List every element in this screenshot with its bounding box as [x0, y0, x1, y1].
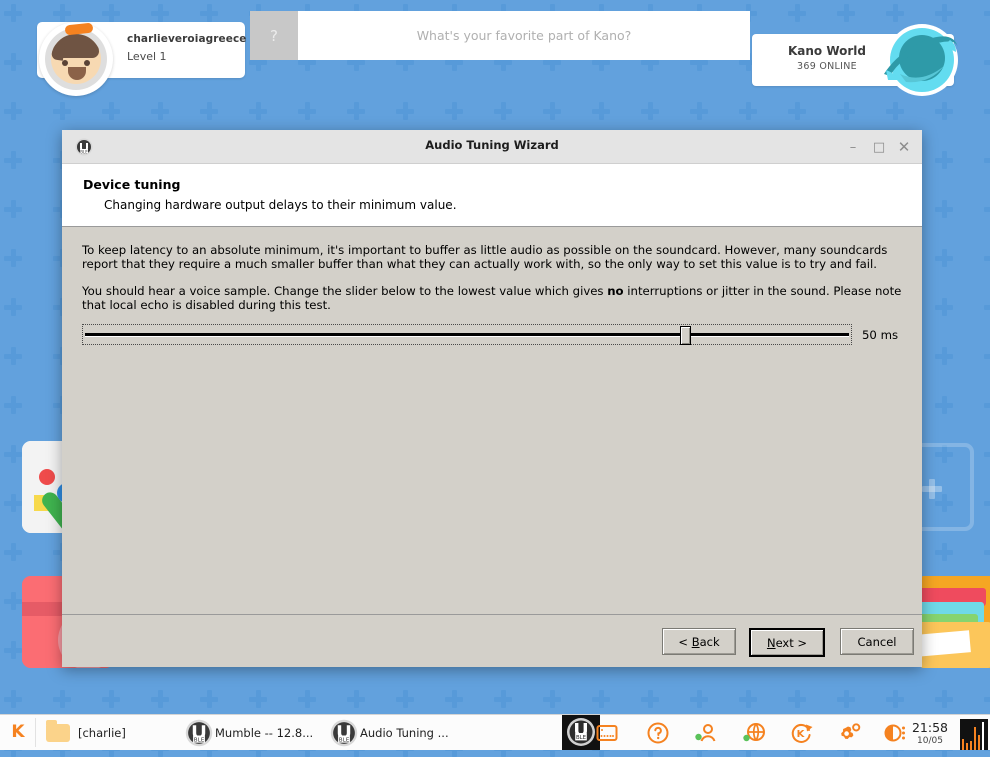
latency-slider-row: 50 ms [82, 324, 902, 346]
taskbar-item-audio-tuning[interactable]: BLE Audio Tuning ... [330, 719, 449, 747]
start-menu-button[interactable]: K [7, 721, 29, 743]
svg-text:BLE: BLE [339, 737, 350, 743]
system-monitor-graph[interactable] [960, 719, 988, 750]
next-button[interactable]: Next > [749, 628, 825, 657]
profile-username: charlieveroiagreece [127, 33, 247, 45]
avatar-eye-left [62, 60, 68, 66]
settings-gear-icon[interactable] [838, 721, 862, 745]
wizard-paragraph-1: To keep latency to an absolute minimum, … [82, 243, 888, 272]
latency-slider[interactable] [82, 324, 852, 346]
user-status-icon[interactable] [694, 721, 718, 745]
kano-refresh-icon[interactable]: K [790, 721, 814, 745]
search-input[interactable]: What's your favorite part of Kano? [298, 11, 750, 60]
maximize-button[interactable]: □ [870, 138, 888, 156]
avatar-sideburn [51, 43, 66, 61]
screen-icon[interactable] [595, 721, 619, 745]
wizard-body: To keep latency to an absolute minimum, … [62, 227, 922, 614]
taskbar-item-mumble[interactable]: BLE Mumble -- 12.8... [185, 719, 314, 747]
avatar-eye-right [84, 60, 90, 66]
taskbar-item-charlie[interactable]: [charlie] [46, 720, 126, 746]
slider-value-label: 50 ms [862, 327, 899, 342]
wizard-footer: < Back Next > Cancel [62, 614, 922, 667]
taskbar-item-audio-tuning-label: Audio Tuning ... [360, 726, 449, 740]
avatar[interactable] [39, 22, 113, 96]
plus-icon [922, 479, 942, 499]
clock-date: 10/05 [917, 736, 943, 746]
taskbar-item-charlie-label: [charlie] [78, 726, 126, 740]
profile-level: Level 1 [127, 50, 167, 63]
folder-icon [46, 720, 70, 742]
files-icon [916, 576, 990, 668]
minimize-button[interactable]: – [844, 138, 862, 156]
search-hint-icon[interactable]: ? [250, 11, 298, 60]
audio-tuning-wizard-window: BLE Audio Tuning Wizard – □ ✕ Device tun… [62, 130, 922, 667]
window-titlebar[interactable]: BLE Audio Tuning Wizard – □ ✕ [62, 130, 922, 164]
svg-text:K: K [797, 729, 806, 740]
taskbar-item-mumble-label: Mumble -- 12.8... [215, 726, 314, 740]
back-button[interactable]: < Back [662, 628, 736, 655]
taskbar: K [charlie] BLE Mumble -- 12.8... BLE Au… [0, 714, 990, 750]
globe-status-icon[interactable] [742, 721, 766, 745]
mumble-icon: BLE [330, 719, 358, 747]
search-placeholder: What's your favorite part of Kano? [416, 28, 632, 43]
clock-time: 21:58 [911, 720, 949, 735]
wizard-page-title: Device tuning [83, 177, 181, 192]
help-icon[interactable] [646, 721, 670, 745]
svg-text:BLE: BLE [576, 735, 587, 741]
wizard-header: Device tuning Changing hardware output d… [62, 164, 922, 227]
avatar-mouth [68, 67, 86, 80]
profile-text: charlieveroiagreece Level 1 [127, 33, 247, 63]
avatar-face-icon [51, 34, 101, 84]
wizard-paragraph-2: You should hear a voice sample. Change t… [82, 284, 902, 313]
mumble-icon: BLE [185, 719, 213, 747]
cpu-graph-icon [960, 719, 988, 750]
window-title: Audio Tuning Wizard [425, 138, 559, 152]
taskbar-clock[interactable]: 21:58 10/05 [906, 721, 954, 747]
slider-groove [85, 333, 849, 338]
cancel-button[interactable]: Cancel [840, 628, 914, 655]
desktop-tile-files[interactable] [916, 576, 990, 668]
wizard-paragraph-2-emphasis: no [607, 283, 624, 298]
wizard-page-subtitle: Changing hardware output delays to their… [104, 198, 457, 212]
planet-icon[interactable] [878, 22, 962, 100]
top-bar: charlieveroiagreece Level 1 ? What's you… [0, 0, 990, 100]
slider-handle[interactable] [679, 326, 691, 346]
taskbar-separator [35, 718, 36, 747]
close-button[interactable]: ✕ [895, 138, 913, 156]
desktop: charlieveroiagreece Level 1 ? What's you… [0, 0, 990, 757]
contrast-menu-icon[interactable] [884, 721, 908, 745]
wizard-paragraph-2-part1: You should hear a voice sample. Change t… [82, 283, 608, 298]
svg-text:BLE: BLE [194, 737, 205, 743]
